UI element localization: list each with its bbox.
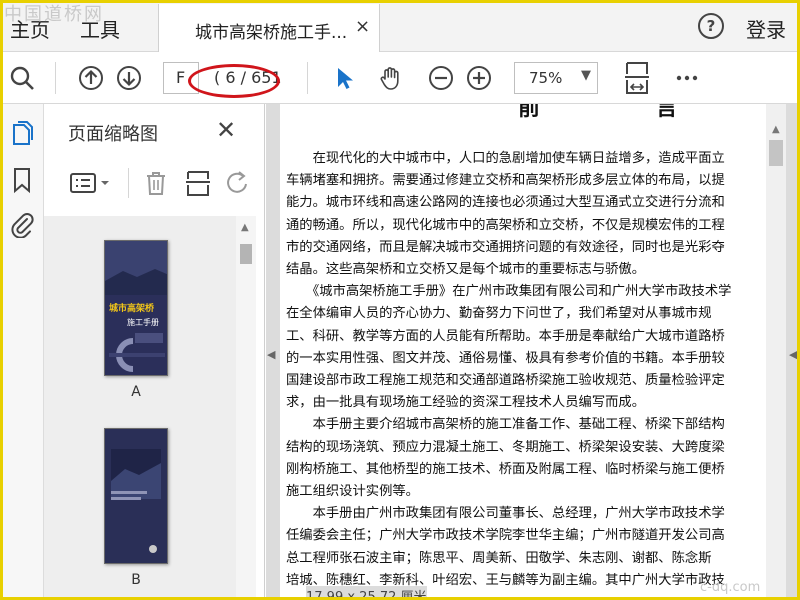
svg-text:城市高架桥: 城市高架桥: [109, 302, 155, 314]
zoom-out-icon[interactable]: [428, 65, 454, 91]
extract-page-icon[interactable]: [183, 168, 213, 198]
cover-front-image: 城市高架桥 施工手册: [105, 241, 167, 375]
paragraph-line: 本手册主要介绍城市高架桥的施工准备工作、基础工程、桥梁下部结构: [286, 417, 725, 433]
zoom-select[interactable]: 75% ▼: [514, 62, 598, 94]
zoom-in-icon[interactable]: [466, 65, 492, 91]
paragraph-line: 在全体编审人员的齐心协力、勤奋努力下问世了，我们希望对从事城市规: [286, 306, 712, 322]
document-page: 前 言 在现代化的大中城市中，人口的急剧增加使车辆日益增多，造成平面立 车辆堵塞和…: [280, 104, 766, 600]
delete-page-icon[interactable]: [141, 168, 171, 198]
paragraph-line: 能力。城市环线和高速公路网的连接也必须通过大型互通式立交进行分流和: [286, 195, 725, 211]
thumbnail-options-icon[interactable]: [68, 168, 114, 198]
scroll-up-icon[interactable]: ▲: [772, 124, 780, 135]
top-menu-bar: 主页 工具 城市高架桥施工手... × ? 登录: [0, 0, 800, 52]
document-tab-title: 城市高架桥施工手...: [195, 23, 348, 43]
paragraph-line: 总工程师张石波主审；陈思平、周美新、田敬学、朱志刚、谢都、陈念斯: [286, 550, 712, 566]
paragraph-line: 《城市高架桥施工手册》在广州市政集团有限公司和广州大学市政技术学: [286, 284, 732, 300]
paragraph-line: 结晶。这些高架桥和立交桥又是每个城市的重要标志与骄傲。: [286, 262, 646, 277]
thumbnail-panel: 页面缩略图 ✕ 城市高架桥 施工手册 A B ▲: [44, 104, 265, 600]
paragraph-line: 刚构桥施工、其他桥型的施工技术、桥面及附属工程、临时桥梁与施工便桥: [286, 461, 725, 477]
zoom-value: 75%: [529, 69, 563, 87]
close-panel-icon[interactable]: ✕: [216, 116, 236, 144]
panel-divider: [128, 168, 129, 198]
page-thumbnails-icon[interactable]: [9, 120, 35, 148]
login-button[interactable]: 登录: [746, 14, 786, 43]
paragraph-line: 求，由一批具有现场施工经验的资深工程技术人员编写而成。: [286, 395, 646, 411]
left-navigation-rail: [0, 104, 44, 600]
search-icon[interactable]: [9, 65, 35, 91]
next-page-icon[interactable]: [116, 65, 142, 91]
paragraph-line: 国建设部市政工程施工规范和交通部道路桥梁施工验收规范、质量检验评定: [286, 373, 725, 388]
page-thumbnail-cover[interactable]: 城市高架桥 施工手册: [104, 240, 168, 376]
collapse-right-icon[interactable]: ◀: [789, 348, 797, 361]
paragraph-line: 结构的现场浇筑、预应力混凝土施工、冬期施工、桥梁架设安装、大跨度梁: [286, 439, 725, 455]
thumbnail-label: A: [131, 384, 141, 400]
previous-page-icon[interactable]: [78, 65, 104, 91]
toolbar-divider: [307, 62, 308, 94]
attachment-icon[interactable]: [9, 210, 35, 238]
paragraph-line: 通的畅通。所以，现代化城市中的高架桥和立交桥，不仅是规模宏伟的工程: [286, 217, 725, 233]
thumbnail-list: 城市高架桥 施工手册 A B: [44, 216, 236, 600]
svg-text:施工手册: 施工手册: [127, 317, 159, 327]
paragraph-line: 工、科研、教学等方面的人员能有所帮助。本手册是奉献给广大城市道路桥: [286, 328, 725, 344]
thumbnail-scrollbar[interactable]: ▲: [236, 216, 256, 600]
site-watermark: 中国道桥网: [4, 4, 104, 25]
paragraph-line: 本手册由广州市政集团有限公司董事长、总经理，广州大学市政技术学: [286, 506, 725, 522]
page-count-highlight: [188, 64, 280, 98]
paragraph-line: 车辆堵塞和拥挤。需要通过修建立交桥和高架桥形成多层立体的布局，以提: [286, 173, 725, 189]
select-cursor-icon[interactable]: [332, 65, 358, 91]
thumbnail-panel-title: 页面缩略图: [68, 124, 158, 145]
rotate-page-icon[interactable]: [222, 168, 252, 198]
page-heading: 前 言: [518, 104, 732, 121]
main-toolbar: F ( 6 / 651 75% ▼: [0, 52, 800, 104]
collapse-left-icon[interactable]: ◀: [267, 348, 275, 361]
thumbnail-label: B: [131, 572, 141, 588]
bookmark-icon[interactable]: [9, 166, 35, 194]
thumbnail-scroll-thumb[interactable]: [240, 244, 252, 264]
scroll-up-icon[interactable]: ▲: [241, 222, 249, 233]
paragraph-line: 的一本实用性强、图文并茂、通俗易懂、极具有参考价值的书籍。本手册较: [286, 350, 725, 366]
paragraph-line: 施工组织设计实例等。: [286, 484, 419, 499]
document-tab[interactable]: 城市高架桥施工手... ×: [158, 4, 380, 52]
document-scroll-thumb[interactable]: [769, 140, 783, 166]
close-tab-icon[interactable]: ×: [355, 16, 370, 37]
help-icon[interactable]: ?: [698, 13, 724, 39]
document-scrollbar[interactable]: ▲: [766, 104, 786, 600]
chevron-down-icon: ▼: [581, 68, 591, 83]
more-options-icon[interactable]: [674, 65, 700, 91]
page-size-readout: 17.99 x 25.72 厘米: [306, 586, 427, 600]
paragraph-line: 在现代化的大中城市中，人口的急剧增加使车辆日益增多，造成平面立: [286, 151, 725, 166]
toolbar-divider: [55, 62, 56, 94]
paragraph-line: 市的交通网络，而且是解决城市交通拥挤问题的有效途径，同时也是光彩夺: [286, 239, 725, 255]
hand-tool-icon[interactable]: [378, 65, 404, 91]
url-watermark: c-dq.com: [700, 580, 761, 595]
page-thumbnail-back[interactable]: [104, 428, 168, 564]
document-viewport: 前 言 在现代化的大中城市中，人口的急剧增加使车辆日益增多，造成平面立 车辆堵塞和…: [266, 104, 800, 600]
fit-page-icon[interactable]: [623, 61, 651, 95]
paragraph-line: 任编委会主任；广州大学市政技术学院李世华主编；广州市隧道开发公司高: [286, 528, 725, 544]
cover-back-image: [105, 429, 167, 563]
